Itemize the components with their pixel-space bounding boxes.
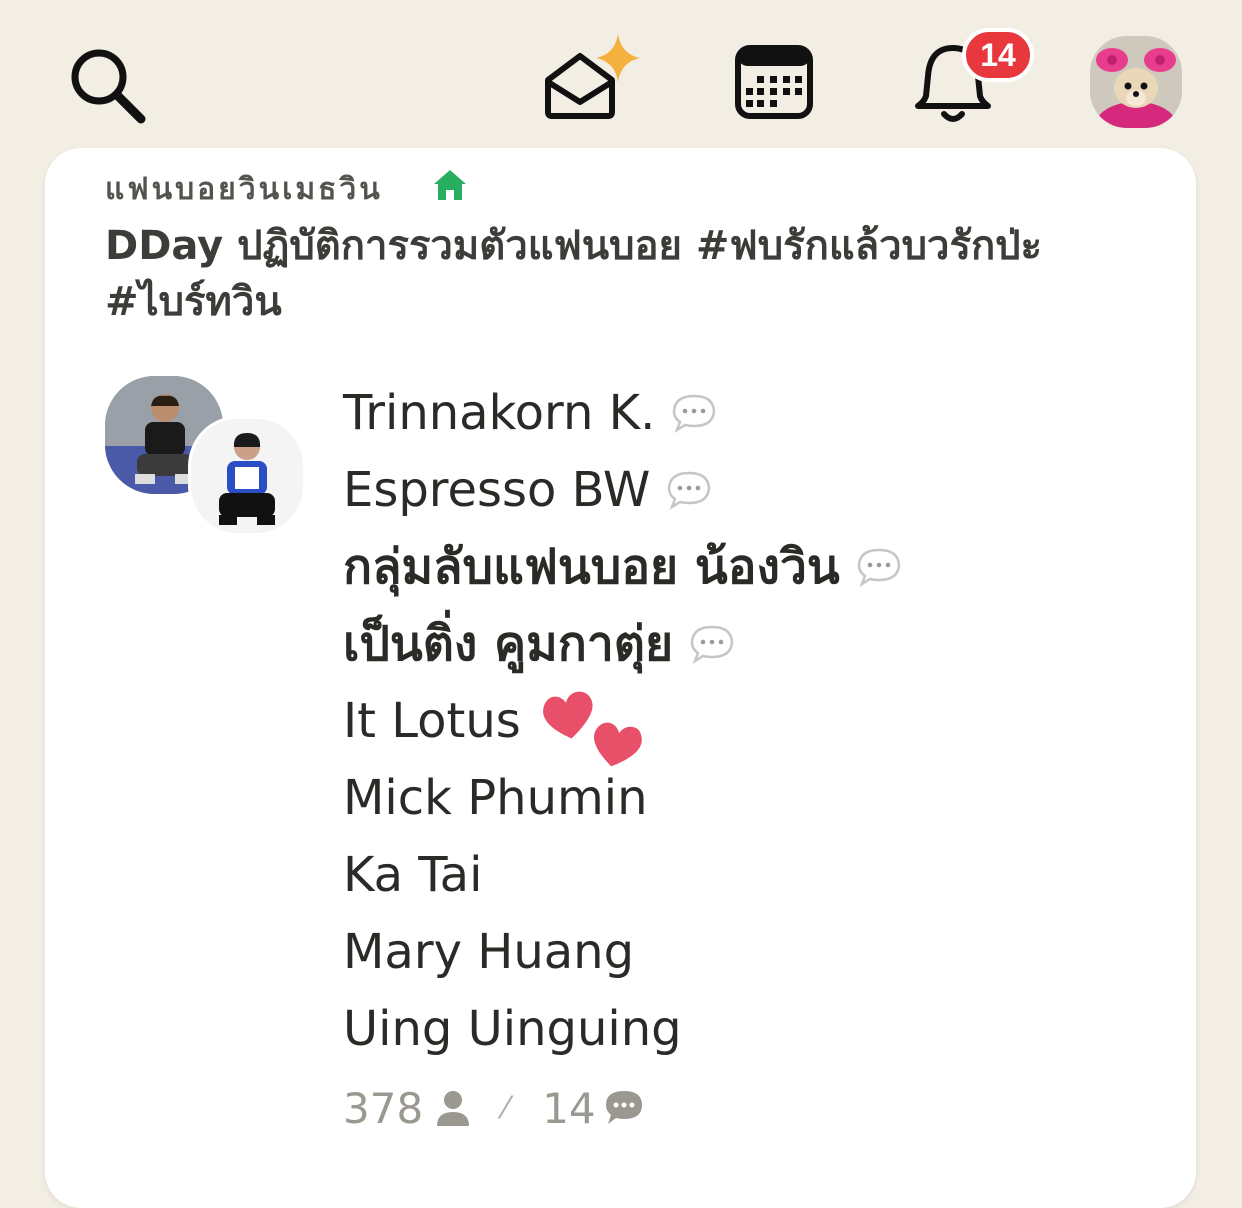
stats-separator: ⁄ bbox=[503, 1090, 509, 1126]
speaker-avatar-2[interactable] bbox=[188, 416, 306, 536]
speech-bubble-icon bbox=[668, 471, 711, 510]
speaker-name: Espresso BW bbox=[343, 461, 651, 518]
list-item[interactable]: It Lotus bbox=[343, 682, 902, 766]
speaker-name: Ka Tai bbox=[343, 846, 483, 903]
notification-badge: 14 bbox=[962, 28, 1034, 82]
list-item[interactable]: กลุ่มลับแฟนบอย น้องวิน bbox=[343, 528, 902, 605]
dog-avatar-image bbox=[1090, 36, 1182, 128]
speech-bubble-icon bbox=[673, 394, 716, 433]
speaker-name: Uing Uinguing bbox=[343, 1000, 682, 1057]
speaker-name: Mary Huang bbox=[343, 923, 635, 980]
house-icon bbox=[434, 170, 466, 200]
list-item[interactable]: Trinnakorn K. bbox=[343, 374, 902, 451]
speaker-name: Mick Phumin bbox=[343, 769, 648, 826]
person-icon bbox=[437, 1091, 470, 1126]
list-item[interactable]: Mary Huang bbox=[343, 913, 902, 990]
speaker-list: Trinnakorn K. Espresso BW กลุ่มลับแฟนบอย… bbox=[343, 374, 902, 1067]
envelope-sparkle-icon bbox=[545, 34, 640, 119]
chat-bubble-icon bbox=[605, 1091, 642, 1124]
search-icon bbox=[71, 49, 146, 124]
speaker-name: เป็นติ่ง คูมกาตุ่ย bbox=[343, 615, 674, 672]
list-item[interactable]: Ka Tai bbox=[343, 836, 902, 913]
invite-button[interactable] bbox=[536, 28, 646, 128]
speaker-photo-2 bbox=[191, 419, 303, 533]
search-button[interactable] bbox=[62, 40, 152, 130]
speaker-name: Trinnakorn K. bbox=[343, 384, 656, 441]
speech-bubble-icon bbox=[690, 625, 734, 664]
profile-avatar[interactable] bbox=[1090, 36, 1182, 128]
speech-bubble-icon bbox=[857, 548, 900, 587]
club-name[interactable]: แฟนบอยวินเมธวิน bbox=[105, 166, 383, 213]
speaker-name: กลุ่มลับแฟนบอย น้องวิน bbox=[343, 538, 840, 595]
speaker-name: It Lotus bbox=[343, 692, 521, 749]
room-title: DDay ปฏิบัติการรวมตัวแฟนบอย #ฟบรักแล้วบว… bbox=[105, 223, 1043, 325]
list-item[interactable]: Uing Uinguing bbox=[343, 990, 902, 1067]
top-bar: 14 bbox=[0, 0, 1242, 145]
calendar-icon bbox=[735, 45, 813, 119]
speaker-count: 14 bbox=[542, 1083, 596, 1133]
two-hearts-icon bbox=[542, 691, 642, 766]
listener-count: 378 bbox=[343, 1083, 424, 1133]
list-item[interactable]: Espresso BW bbox=[343, 451, 902, 528]
list-item[interactable]: เป็นติ่ง คูมกาตุ่ย bbox=[343, 605, 902, 682]
list-item[interactable]: Mick Phumin bbox=[343, 759, 902, 836]
room-stats: 378 ⁄ 14 bbox=[343, 1080, 644, 1136]
calendar-button[interactable] bbox=[730, 38, 818, 126]
